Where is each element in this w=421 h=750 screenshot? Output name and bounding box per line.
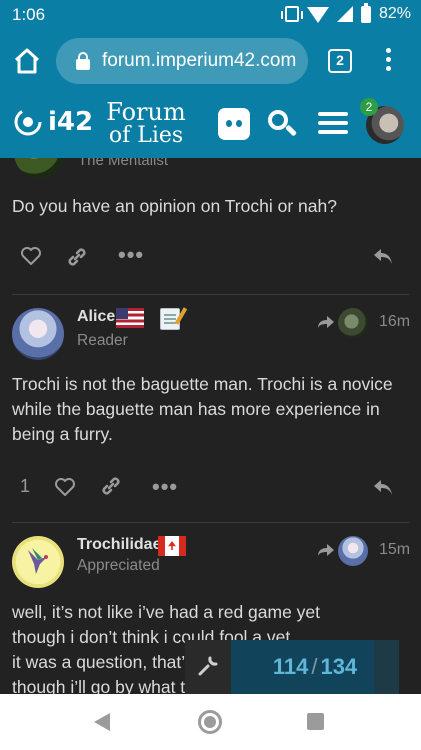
link-icon[interactable] bbox=[66, 246, 88, 268]
battery-icon bbox=[360, 2, 371, 23]
post-time[interactable]: 16m bbox=[379, 313, 410, 331]
discord-icon[interactable] bbox=[218, 108, 250, 140]
hamburger-menu-icon[interactable] bbox=[318, 108, 350, 140]
author-name[interactable]: Trochilidae bbox=[77, 536, 161, 554]
progress-separator: / bbox=[311, 654, 318, 679]
canada-flag-icon bbox=[158, 536, 186, 556]
lock-icon bbox=[76, 52, 90, 70]
author-title: The Mentalist bbox=[78, 158, 169, 169]
signal-icon bbox=[336, 6, 353, 22]
us-flag-icon bbox=[116, 308, 144, 328]
android-nav-bar bbox=[0, 694, 421, 750]
logo-line-2: of Lies bbox=[108, 123, 184, 148]
back-icon[interactable] bbox=[94, 713, 110, 731]
post-body: Trochi is not the baguette man. Trochi i… bbox=[12, 374, 393, 444]
like-heart-icon[interactable] bbox=[54, 477, 76, 497]
battery-percent: 82% bbox=[378, 5, 411, 22]
like-heart-icon[interactable] bbox=[20, 246, 42, 266]
home-icon[interactable] bbox=[12, 46, 42, 76]
home-circle-icon[interactable] bbox=[198, 710, 222, 734]
logo-line-1: Forum bbox=[106, 98, 186, 126]
reply-to-arrow-icon bbox=[318, 316, 334, 328]
more-options-icon[interactable]: ••• bbox=[152, 476, 178, 498]
author-name[interactable]: Alice bbox=[77, 308, 115, 326]
reply-icon[interactable] bbox=[372, 246, 394, 266]
wrench-icon[interactable] bbox=[185, 640, 231, 694]
avatar[interactable] bbox=[14, 158, 64, 178]
browser-toolbar: forum.imperium42.com 2 bbox=[0, 30, 421, 92]
logo-text: i42 bbox=[48, 107, 94, 137]
reply-to-arrow-icon bbox=[318, 544, 334, 556]
reply-icon[interactable] bbox=[372, 477, 394, 497]
progress-total: 134 bbox=[320, 654, 358, 679]
post-time[interactable]: 15m bbox=[379, 541, 410, 559]
imperium42-logo[interactable]: i42 bbox=[12, 106, 93, 138]
reply-to-avatar[interactable] bbox=[338, 308, 368, 338]
avatar[interactable] bbox=[12, 536, 64, 588]
notepad-icon bbox=[160, 308, 180, 330]
post-divider bbox=[12, 522, 409, 523]
forum-header: i42 Forum of Lies 2 bbox=[0, 92, 421, 158]
link-icon[interactable] bbox=[100, 475, 122, 497]
vibrate-icon bbox=[280, 6, 303, 22]
like-count[interactable]: 1 bbox=[20, 476, 30, 497]
topic-stream: The Mentalist Do you have an opinion on … bbox=[0, 158, 421, 694]
tab-switcher-button[interactable]: 2 bbox=[328, 49, 352, 73]
forum-of-lies-logo[interactable]: Forum of Lies bbox=[100, 100, 192, 152]
post-actions: 1 ••• bbox=[0, 468, 421, 504]
search-icon[interactable] bbox=[266, 108, 298, 140]
hummingbird-icon bbox=[28, 548, 48, 574]
recent-apps-icon[interactable] bbox=[307, 713, 324, 730]
author-title: Reader bbox=[77, 332, 128, 349]
browser-menu-icon[interactable] bbox=[382, 48, 394, 74]
reply-to-avatar[interactable] bbox=[338, 536, 368, 566]
progress-counter[interactable]: 114/134 bbox=[231, 654, 399, 680]
notification-badge[interactable]: 2 bbox=[360, 98, 378, 116]
progress-current: 114 bbox=[272, 654, 309, 679]
imperium42-swirl-icon bbox=[14, 108, 42, 136]
topic-progress[interactable]: 114/134 bbox=[185, 640, 399, 694]
author-title: Appreciated bbox=[77, 557, 160, 574]
avatar[interactable] bbox=[12, 308, 64, 360]
post-divider bbox=[12, 294, 409, 295]
status-icons: 82% bbox=[280, 2, 411, 23]
post-actions: ••• bbox=[0, 240, 421, 276]
post-line: well, it’s not like i’ve had a red game … bbox=[12, 602, 321, 622]
url-text[interactable]: forum.imperium42.com bbox=[102, 50, 302, 72]
address-bar[interactable]: forum.imperium42.com bbox=[56, 38, 308, 84]
post-body: Do you have an opinion on Trochi or nah? bbox=[12, 196, 337, 216]
wifi-icon bbox=[306, 7, 329, 23]
status-time: 1:06 bbox=[12, 5, 46, 24]
more-options-icon[interactable]: ••• bbox=[118, 244, 144, 266]
status-bar: 1:06 82% bbox=[0, 0, 421, 30]
